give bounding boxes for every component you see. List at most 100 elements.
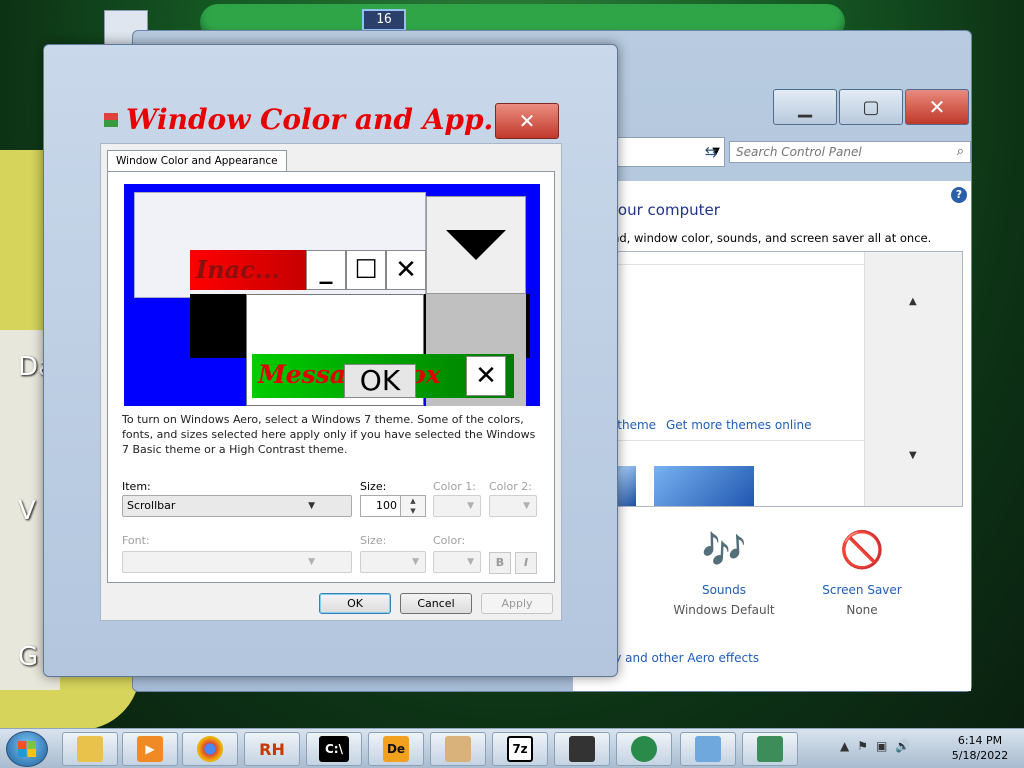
media-player-icon: ▶ — [137, 736, 163, 762]
taskbar-cmd[interactable]: C:\ — [306, 732, 362, 766]
clock[interactable]: 6:14 PM 5/18/2022 — [940, 733, 1020, 763]
folder-icon — [77, 736, 103, 762]
preview-scroll-button[interactable] — [426, 196, 526, 294]
globe-icon — [631, 736, 657, 762]
size-spinner[interactable]: ▲ ▼ — [400, 495, 426, 517]
font-size-label: Size: — [360, 534, 387, 547]
color1-picker[interactable]: ▼ — [433, 495, 481, 517]
color1-label: Color 1: — [433, 480, 476, 493]
item-select[interactable]: Scrollbar ▼ — [122, 495, 352, 517]
spin-down-icon[interactable]: ▼ — [401, 506, 425, 516]
font-color-picker[interactable]: ▼ — [433, 551, 481, 573]
show-hidden-icons-icon[interactable]: ▲ — [840, 739, 849, 753]
size-input[interactable]: 100 — [360, 495, 402, 517]
preview-inactive-title: Inac... — [196, 255, 280, 284]
screen-saver-tile[interactable]: 🚫 Screen Saver None — [807, 527, 917, 617]
chevron-down-icon[interactable]: ▼ — [523, 496, 530, 516]
action-center-icon[interactable]: ⚑ — [857, 739, 868, 753]
taskbar-display[interactable] — [742, 732, 798, 766]
themes-list: Save theme Get more themes online ▲ ▼ — [573, 251, 963, 507]
minimize-button[interactable]: ▁ — [773, 89, 837, 125]
spin-up-icon[interactable]: ▲ — [401, 496, 425, 506]
control-panel-icon — [695, 736, 721, 762]
window-color-dialog: Window Color and App... ✕ Window Color a… — [43, 44, 618, 677]
color2-label: Color 2: — [489, 480, 532, 493]
get-more-themes-link[interactable]: Get more themes online — [666, 418, 812, 432]
preview-message-box[interactable]: Message Box OK ✕ — [252, 354, 514, 398]
dialog-icon — [104, 113, 118, 127]
font-select[interactable]: ▼ — [122, 551, 352, 573]
help-icon[interactable]: ? — [951, 187, 967, 203]
games-icon — [445, 736, 471, 762]
themes-scrollbar[interactable]: ▲ ▼ — [864, 252, 962, 506]
appearance-preview[interactable]: Inac... _ ☐ ✕ Message Box OK ✕ — [124, 184, 540, 406]
desktop-label-3[interactable]: G — [18, 642, 38, 672]
preview-minimize-icon: _ — [306, 250, 346, 290]
desktop-label-2[interactable]: V — [18, 496, 36, 526]
screen-saver-icon: 🚫 — [839, 530, 885, 571]
item-value: Scrollbar — [127, 499, 176, 512]
page-subtitle: ckground, window color, sounds, and scre… — [573, 231, 932, 245]
size-label: Size: — [360, 480, 387, 493]
sounds-tile[interactable]: 🎶 Sounds Windows Default — [669, 527, 779, 617]
chevron-down-icon[interactable]: ▼ — [467, 552, 474, 572]
refresh-icon[interactable]: ⇆ — [699, 137, 723, 167]
scroll-down-icon[interactable]: ▼ — [909, 450, 917, 461]
windows-logo-icon-lower — [18, 749, 36, 757]
close-button[interactable]: ✕ — [905, 89, 969, 125]
start-button[interactable] — [6, 731, 48, 767]
taskbar-wolf[interactable] — [554, 732, 610, 766]
tile-subtitle: None — [846, 603, 878, 617]
taskbar-rh[interactable]: RH — [244, 732, 300, 766]
font-size-select[interactable]: ▼ — [360, 551, 426, 573]
info-text: To turn on Windows Aero, select a Window… — [122, 413, 536, 456]
taskbar-media[interactable]: ▶ — [122, 732, 178, 766]
tile-title: Screen Saver — [822, 583, 902, 597]
preview-maximize-icon: ☐ — [346, 250, 386, 290]
chevron-down-icon[interactable]: ▼ — [412, 552, 419, 572]
tab-page: Inac... _ ☐ ✕ Message Box OK ✕ To tur — [107, 171, 555, 583]
apply-button[interactable]: Apply — [481, 593, 553, 614]
chevron-down-icon[interactable]: ▼ — [308, 552, 315, 572]
volume-icon[interactable]: 🔊 — [895, 739, 910, 753]
search-input[interactable] — [730, 142, 940, 162]
taskbar-control-panel[interactable] — [680, 732, 736, 766]
tile-subtitle: Windows Default — [673, 603, 775, 617]
italic-button[interactable]: I — [515, 552, 537, 574]
control-panel-content: ? s on your computer ckground, window co… — [561, 181, 971, 691]
chevron-down-icon[interactable]: ▼ — [308, 496, 315, 516]
7zip-icon: 7z — [507, 736, 533, 762]
ok-button[interactable]: OK — [319, 593, 391, 614]
taskbar-games[interactable] — [430, 732, 486, 766]
clock-time: 6:14 PM — [957, 734, 1003, 747]
taskbar: ▶ RH C:\ De 7z ▲ ⚑ ▣ 🔊 6:14 PM 5/18/2022 — [0, 728, 1024, 768]
taskbar-7zip[interactable]: 7z — [492, 732, 548, 766]
display-settings-icon — [757, 736, 783, 762]
taskbar-de[interactable]: De — [368, 732, 424, 766]
dialog-body: Window Color and Appearance Inac... _ ☐ … — [100, 143, 562, 621]
taskbar-chrome[interactable] — [182, 732, 238, 766]
chevron-down-icon[interactable]: ▼ — [467, 496, 474, 516]
taskbar-globe[interactable] — [616, 732, 672, 766]
theme-thumbnail[interactable] — [654, 466, 754, 506]
preview-ok-button: OK — [344, 364, 416, 398]
search-box[interactable]: ⌕ — [729, 141, 971, 163]
taskbar-explorer[interactable] — [62, 732, 118, 766]
network-icon[interactable]: ▣ — [876, 739, 887, 753]
clock-date: 5/18/2022 — [951, 749, 1009, 762]
cancel-button[interactable]: Cancel — [400, 593, 472, 614]
preview-message-close-icon: ✕ — [466, 356, 506, 396]
sounds-icon: 🎶 — [701, 530, 747, 571]
chrome-icon — [197, 736, 223, 762]
scroll-up-icon[interactable]: ▲ — [909, 296, 917, 307]
bold-button[interactable]: B — [489, 552, 511, 574]
color2-picker[interactable]: ▼ — [489, 495, 537, 517]
dialog-title: Window Color and App... — [126, 103, 513, 136]
search-icon[interactable]: ⌕ — [957, 144, 964, 159]
dialog-close-button[interactable]: ✕ — [495, 103, 559, 139]
tab-window-color[interactable]: Window Color and Appearance — [107, 150, 287, 172]
font-color-label: Color: — [433, 534, 466, 547]
maximize-button[interactable]: ▢ — [839, 89, 903, 125]
wolf-icon — [569, 736, 595, 762]
preview-inactive-titlebar[interactable]: Inac... _ ☐ ✕ — [190, 250, 426, 290]
